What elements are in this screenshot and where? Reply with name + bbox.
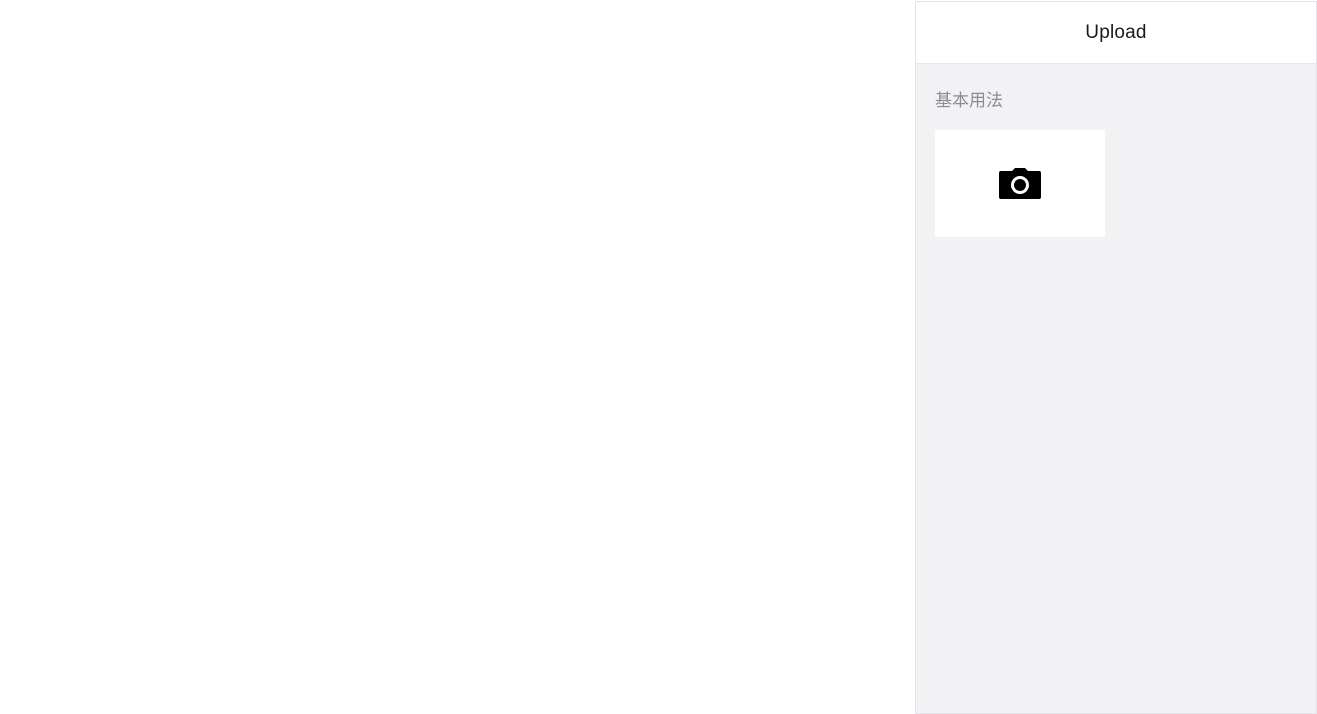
page: Upload 基本用法 bbox=[0, 0, 1317, 714]
nav-bar: Upload bbox=[916, 2, 1316, 64]
section-title: 基本用法 bbox=[935, 91, 1003, 111]
camera-icon bbox=[999, 167, 1041, 199]
demo-content: 基本用法 bbox=[916, 91, 1316, 237]
upload-button[interactable] bbox=[935, 130, 1105, 237]
mobile-preview-panel: Upload 基本用法 bbox=[915, 1, 1317, 714]
nav-bar-title: Upload bbox=[1085, 21, 1147, 43]
